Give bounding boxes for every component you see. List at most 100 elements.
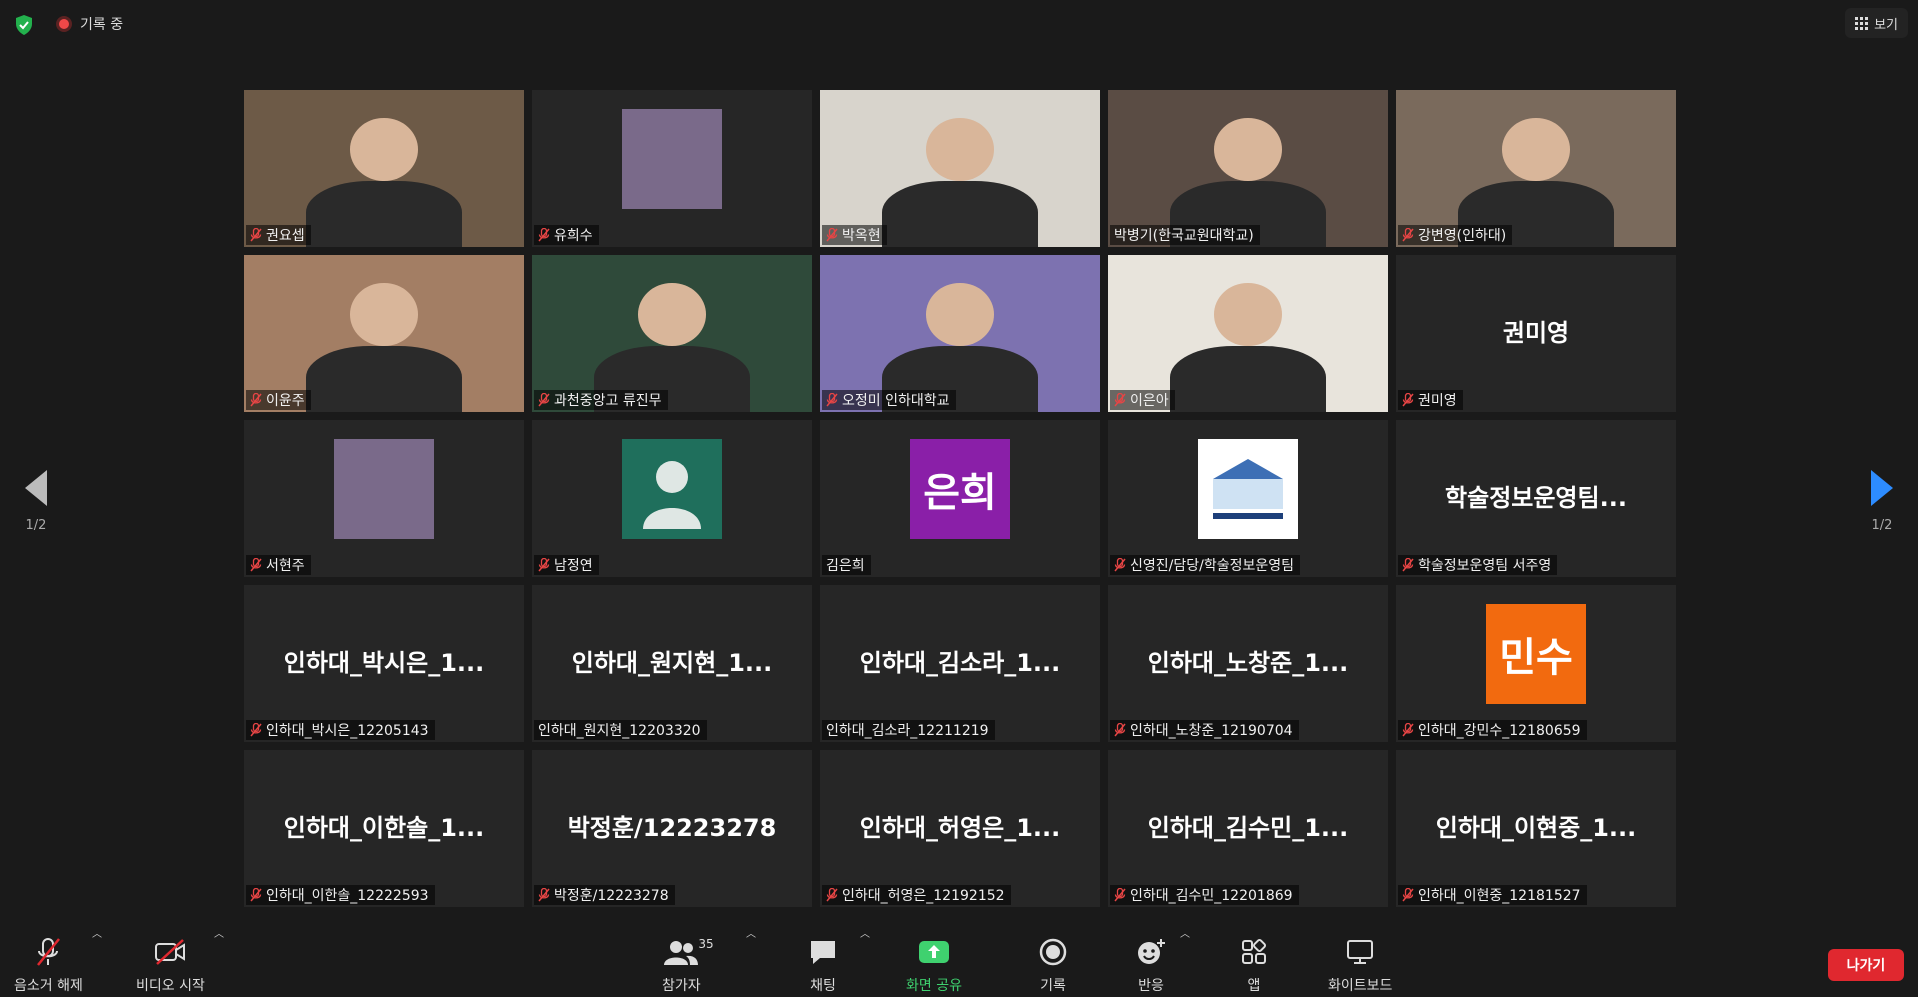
reactions-options-caret-icon[interactable]: ︿ (1180, 925, 1190, 940)
participant-tile[interactable]: 이은아 (1108, 255, 1388, 412)
name-tag: 인하대_박시은_12205143 (246, 720, 435, 740)
name-tag: 인하대_허영은_12192152 (822, 885, 1011, 905)
participant-video (1396, 90, 1676, 247)
share-screen-button[interactable]: 화면 공유 (906, 935, 962, 995)
mic-muted-icon (538, 558, 550, 572)
meeting-toolbar: 음소거 해제 ︿ 비디오 시작 ︿ 35 참가자 ︿ 채팅 ︿ 화면 공유 기록… (0, 917, 1918, 997)
mic-muted-icon (538, 888, 550, 902)
mic-muted-icon (1114, 888, 1126, 902)
previous-page-button[interactable]: 1/2 (16, 470, 56, 550)
whiteboard-label: 화이트보드 (1328, 978, 1393, 994)
mic-muted-icon (538, 228, 550, 242)
audio-options-caret-icon[interactable]: ︿ (92, 925, 102, 940)
display-name-large: 박정훈/12223278 (567, 813, 777, 842)
participant-tile[interactable]: 민수 인하대_강민수_12180659 (1396, 585, 1676, 742)
participant-name: 인하대_노창준_12190704 (1130, 723, 1293, 739)
participant-tile[interactable]: 인하대_허영은_1... 인하대_허영은_12192152 (820, 750, 1100, 907)
start-video-label: 비디오 시작 (136, 978, 205, 994)
recording-indicator[interactable]: 기록 중 (56, 14, 123, 34)
name-tag: 이윤주 (246, 390, 311, 410)
name-tag: 이은아 (1110, 390, 1175, 410)
participant-tile[interactable]: 과천중앙고 류진무 (532, 255, 812, 412)
name-tag: 신영진/담당/학술정보운영팀 (1110, 555, 1300, 575)
display-name-large: 인하대_김소라_1... (859, 648, 1061, 677)
participant-name: 김은희 (826, 558, 865, 574)
participant-name: 인하대_김수민_12201869 (1130, 888, 1293, 904)
name-tag: 과천중앙고 류진무 (534, 390, 668, 410)
participant-tile[interactable]: 박옥현 (820, 90, 1100, 247)
participant-tile[interactable]: 인하대_노창준_1... 인하대_노창준_12190704 (1108, 585, 1388, 742)
participant-name: 권요셉 (266, 228, 305, 244)
video-off-icon (153, 935, 187, 969)
page-indicator-right: 1/2 (1871, 518, 1893, 533)
initials-text: 민수 (1499, 634, 1573, 681)
page-indicator-left: 1/2 (25, 518, 47, 533)
share-screen-label: 화면 공유 (906, 978, 962, 994)
chat-label: 채팅 (810, 978, 836, 994)
name-tag: 인하대_이한솔_12222593 (246, 885, 435, 905)
security-shield-icon[interactable] (14, 14, 34, 36)
display-name-large: 인하대_김수민_1... (1147, 813, 1349, 842)
mic-muted-icon (250, 558, 262, 572)
participant-tile[interactable]: 신영진/담당/학술정보운영팀 (1108, 420, 1388, 577)
next-page-button[interactable]: 1/2 (1862, 470, 1902, 550)
participant-tile[interactable]: 박병기(한국교원대학교) (1108, 90, 1388, 247)
participant-tile[interactable]: 남정연 (532, 420, 812, 577)
participants-button[interactable]: 35 참가자 (662, 935, 714, 995)
whiteboard-icon (1345, 935, 1375, 969)
share-screen-icon (918, 935, 950, 969)
participant-name: 강변영(인하대) (1418, 228, 1507, 244)
display-name-large: 인하대_원지현_1... (571, 648, 773, 677)
participant-tile[interactable]: 인하대_박시은_1... 인하대_박시은_12205143 (244, 585, 524, 742)
participant-tile[interactable]: 유희수 (532, 90, 812, 247)
participant-tile[interactable]: 서현주 (244, 420, 524, 577)
participant-tile[interactable]: 인하대_이한솔_1... 인하대_이한솔_12222593 (244, 750, 524, 907)
mic-muted-icon (826, 228, 838, 242)
participant-name: 인하대_허영은_12192152 (842, 888, 1005, 904)
participant-name: 인하대_박시은_12205143 (266, 723, 429, 739)
record-label: 기록 (1040, 978, 1066, 994)
chat-options-caret-icon[interactable]: ︿ (860, 925, 870, 940)
participant-tile[interactable]: 권요셉 (244, 90, 524, 247)
record-button[interactable]: 기록 (1038, 935, 1068, 995)
start-video-button[interactable]: 비디오 시작 (136, 935, 205, 995)
whiteboard-button[interactable]: 화이트보드 (1328, 935, 1392, 995)
name-tag: 박정훈/12223278 (534, 885, 675, 905)
participant-tile[interactable]: 박정훈/12223278 박정훈/12223278 (532, 750, 812, 907)
participants-icon: 35 (664, 935, 714, 969)
participant-tile[interactable]: 인하대_김소라_1... 인하대_김소라_12211219 (820, 585, 1100, 742)
leave-button[interactable]: 나가기 (1828, 949, 1904, 981)
view-label: 보기 (1874, 17, 1898, 33)
arrow-left-icon (25, 470, 47, 506)
participant-tile[interactable]: 이윤주 (244, 255, 524, 412)
apps-button[interactable]: 앱 (1240, 935, 1268, 995)
participant-tile[interactable]: 인하대_김수민_1... 인하대_김수민_12201869 (1108, 750, 1388, 907)
participant-name: 이윤주 (266, 393, 305, 409)
display-name-large: 권미영 (1502, 318, 1570, 347)
participant-tile[interactable]: 권미영 권미영 (1396, 255, 1676, 412)
participant-tile[interactable]: 인하대_이현중_1... 인하대_이현중_12181527 (1396, 750, 1676, 907)
mic-muted-icon (538, 393, 550, 407)
participant-video (820, 90, 1100, 247)
unmute-button[interactable]: 음소거 해제 (14, 935, 83, 995)
mic-muted-icon (1114, 393, 1126, 407)
participant-tile[interactable]: 인하대_원지현_1... 인하대_원지현_12203320 (532, 585, 812, 742)
mic-muted-icon (1402, 393, 1414, 407)
mic-muted-icon (1402, 228, 1414, 242)
video-options-caret-icon[interactable]: ︿ (214, 925, 224, 940)
name-tag: 유희수 (534, 225, 599, 245)
participant-video (244, 90, 524, 247)
chat-button[interactable]: 채팅 (808, 935, 838, 995)
participant-tile[interactable]: 강변영(인하대) (1396, 90, 1676, 247)
reactions-button[interactable]: 반응 (1136, 935, 1166, 995)
name-tag: 인하대_원지현_12203320 (534, 720, 707, 740)
participant-video (820, 255, 1100, 412)
reactions-label: 반응 (1138, 978, 1164, 994)
participant-tile[interactable]: 은희 김은희 (820, 420, 1100, 577)
participants-options-caret-icon[interactable]: ︿ (746, 925, 756, 940)
participant-tile[interactable]: 오정미 인하대학교 (820, 255, 1100, 412)
mic-muted-icon (33, 935, 63, 969)
view-button[interactable]: 보기 (1845, 8, 1908, 38)
participants-label: 참가자 (662, 978, 701, 994)
participant-tile[interactable]: 학술정보운영팀... 학술정보운영팀 서주영 (1396, 420, 1676, 577)
